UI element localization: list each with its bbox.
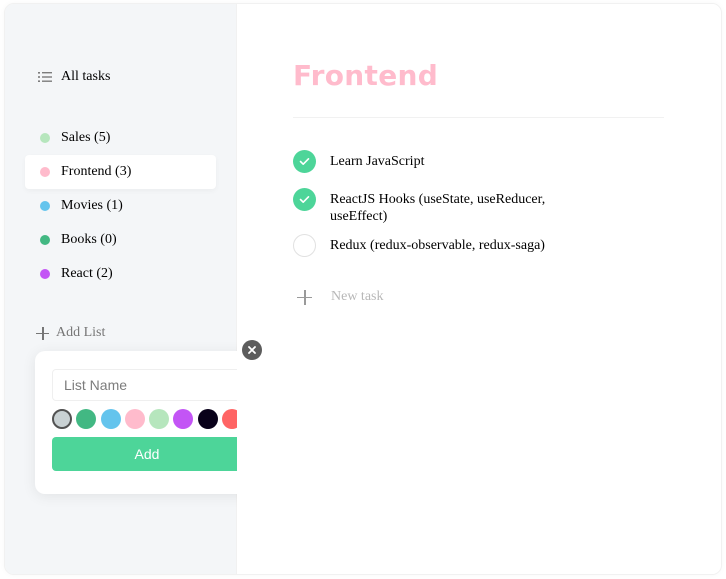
task-list: Learn JavaScript ReactJS Hooks (useState,… bbox=[293, 150, 713, 257]
sidebar-list-item[interactable]: Movies (1) bbox=[25, 189, 216, 223]
list-icon bbox=[38, 71, 52, 83]
color-swatch[interactable] bbox=[197, 409, 218, 429]
new-task-label: New task bbox=[331, 289, 384, 304]
color-swatch[interactable] bbox=[124, 409, 145, 429]
color-swatch[interactable] bbox=[173, 409, 194, 429]
unchecked-checkbox-icon[interactable] bbox=[293, 234, 316, 257]
task-text: Learn JavaScript bbox=[330, 154, 425, 169]
list-color-dot bbox=[40, 269, 50, 279]
list-color-dot bbox=[40, 167, 50, 177]
sidebar-list-label: Books (0) bbox=[61, 232, 117, 247]
sidebar-list-label: Frontend (3) bbox=[61, 164, 132, 179]
color-swatch[interactable] bbox=[76, 409, 97, 429]
list-color-dot bbox=[40, 133, 50, 143]
sidebar-list-item[interactable]: Frontend (3) bbox=[25, 155, 216, 189]
color-swatch[interactable] bbox=[52, 409, 72, 429]
all-tasks-item[interactable]: All tasks bbox=[38, 69, 110, 85]
new-task-button[interactable]: New task bbox=[297, 289, 384, 305]
add-list-popup: Add bbox=[35, 351, 260, 494]
task-text: Redux (redux-observable, redux-saga) bbox=[330, 238, 545, 253]
task-text: ReactJS Hooks (useState, useReducer, use… bbox=[330, 192, 546, 224]
sidebar-list-label: Movies (1) bbox=[61, 198, 123, 213]
plus-icon bbox=[297, 289, 312, 305]
task-item[interactable]: Learn JavaScript bbox=[293, 150, 713, 173]
task-item[interactable]: Redux (redux-observable, redux-saga) bbox=[293, 234, 713, 257]
list-collection: Sales (5) Frontend (3) Movies (1) Books (0)… bbox=[25, 121, 216, 291]
sidebar-list-label: React (2) bbox=[61, 266, 113, 281]
todo-app: All tasks Sales (5) Frontend (3) Movies (1… bbox=[4, 3, 722, 575]
sidebar-list-item[interactable]: React (2) bbox=[25, 257, 216, 291]
add-list-button[interactable]: Add List bbox=[36, 325, 105, 341]
checked-checkbox-icon[interactable] bbox=[293, 150, 316, 173]
plus-icon bbox=[36, 326, 49, 340]
list-color-dot bbox=[40, 201, 50, 211]
sidebar-list-item[interactable]: Sales (5) bbox=[25, 121, 216, 155]
all-tasks-label: All tasks bbox=[61, 69, 111, 84]
checked-checkbox-icon[interactable] bbox=[293, 188, 316, 211]
title-divider bbox=[293, 117, 664, 118]
color-picker bbox=[52, 409, 246, 429]
sidebar-list-item[interactable]: Books (0) bbox=[25, 223, 216, 257]
color-swatch[interactable] bbox=[149, 409, 170, 429]
add-list-label: Add List bbox=[56, 325, 106, 340]
sidebar: All tasks Sales (5) Frontend (3) Movies (1… bbox=[5, 4, 260, 574]
list-name-input[interactable] bbox=[52, 369, 242, 401]
add-button[interactable]: Add bbox=[52, 437, 242, 471]
sidebar-list-label: Sales (5) bbox=[61, 130, 111, 145]
close-icon[interactable] bbox=[242, 340, 262, 360]
color-swatch[interactable] bbox=[100, 409, 121, 429]
main-panel: Frontend Learn JavaScript ReactJS Hooks (… bbox=[237, 4, 721, 574]
list-color-dot bbox=[40, 235, 50, 245]
page-title: Frontend bbox=[293, 59, 439, 92]
task-item[interactable]: ReactJS Hooks (useState, useReducer, use… bbox=[293, 188, 713, 225]
